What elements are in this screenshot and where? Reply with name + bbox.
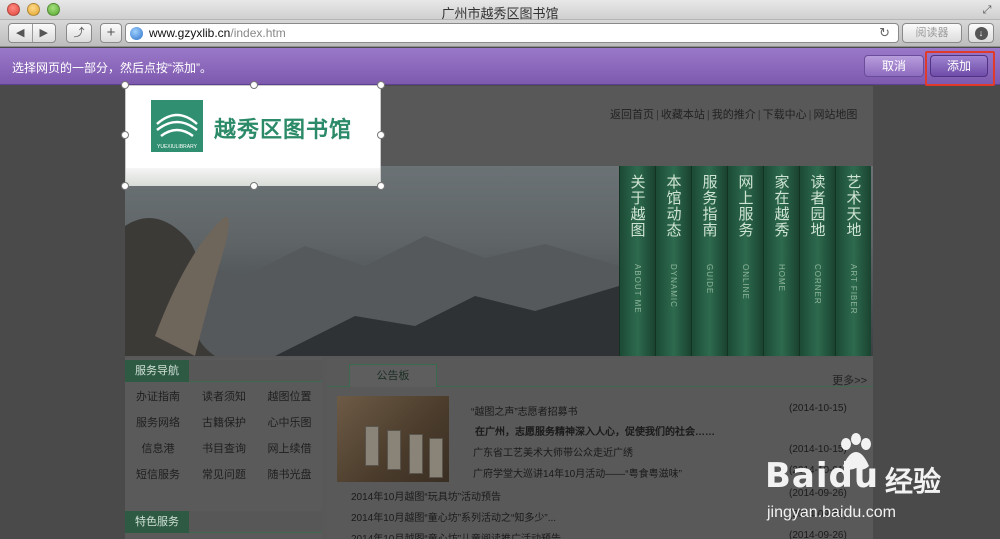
service-nav-item[interactable]: 越图位置	[257, 388, 322, 404]
banner-item-about[interactable]: 关于越图 ABOUT ME	[619, 166, 655, 356]
top-nav: 返回首页 | 收藏本站 | 我的推介 | 下载中心 | 网站地图	[610, 109, 858, 121]
resize-handle[interactable]	[250, 182, 258, 190]
clip-selection[interactable]: YUEXIULIBRARY 越秀区图书馆	[121, 81, 385, 190]
top-nav-home[interactable]: 返回首页	[610, 109, 654, 121]
news-item[interactable]: 2014年10月越图“童心坊”儿童阅读推广活动预告	[351, 530, 561, 539]
news-thumbnail[interactable]	[337, 396, 449, 482]
news-item[interactable]: 广东省工艺美术大师带公众走近广绣	[473, 444, 633, 459]
banner-menu: 关于越图 ABOUT ME 本馆动态 DYNAMIC 服务指南 GUIDE 网上服务 O…	[619, 166, 873, 356]
banner-item-online[interactable]: 网上服务 ONLINE	[727, 166, 763, 356]
downloads-button[interactable]: ↓	[968, 23, 994, 43]
news-item[interactable]: “越图之声”志愿者招募书	[471, 403, 578, 418]
banner-landscape	[125, 216, 619, 356]
url-path: /index.htm	[230, 26, 286, 40]
banner-item-corner[interactable]: 读者园地 CORNER	[799, 166, 835, 356]
annotation-highlight	[925, 51, 995, 86]
back-button[interactable]: ◀	[9, 24, 33, 42]
baidu-jingyan-text: 经验	[885, 465, 942, 498]
nav-buttons: ◀ ▶	[8, 23, 56, 43]
tab-notice[interactable]: 公告板	[349, 364, 437, 387]
reader-button[interactable]: 阅读器	[902, 23, 962, 43]
news-item[interactable]: 2014年10月越图“玩具坊”活动预告	[351, 488, 501, 503]
resize-handle[interactable]	[250, 81, 258, 89]
url-host: www.gzyxlib.cn	[149, 26, 231, 40]
resize-handle[interactable]	[377, 131, 385, 139]
banner: 关于越图 ABOUT ME 本馆动态 DYNAMIC 服务指南 GUIDE 网上服务 O…	[125, 166, 873, 356]
service-nav-item[interactable]: 网上续借	[257, 440, 322, 456]
news-item[interactable]: 2014年10月越图“童心坊”系列活动之“知多少”...	[351, 509, 556, 524]
top-nav-sitemap[interactable]: 网站地图	[813, 109, 857, 121]
globe-icon	[130, 26, 143, 40]
top-nav-download[interactable]: 下载中心	[763, 109, 807, 121]
address-bar[interactable]: www.gzyxlib.cn/index.htm ↻	[125, 23, 899, 43]
service-nav-item[interactable]: 古籍保护	[191, 414, 257, 430]
logo-sub: YUEXIULIBRARY	[157, 144, 197, 150]
window-titlebar: 广州市越秀区图书馆 ⤢	[0, 0, 1000, 21]
service-nav-item[interactable]: 读者须知	[191, 388, 257, 404]
left-column: 服务导航 办证指南 读者须知 越图位置 服务网络 古籍保护 心中乐图 信息港 书…	[125, 358, 322, 539]
service-nav-item[interactable]: 服务网络	[125, 414, 191, 430]
browser-toolbar: ◀ ▶ ⤴ + www.gzyxlib.cn/index.htm ↻ 阅读器 ↓	[0, 20, 1000, 47]
featured-title: 特色服务	[125, 511, 189, 533]
cancel-button[interactable]: 取消	[864, 55, 924, 77]
more-link[interactable]: 更多>>	[832, 372, 867, 388]
download-icon: ↓	[974, 27, 988, 40]
service-nav-title: 服务导航	[125, 360, 189, 382]
resize-handle[interactable]	[121, 81, 129, 89]
forward-button[interactable]: ▶	[33, 24, 56, 42]
resize-handle[interactable]	[121, 182, 129, 190]
reload-icon[interactable]: ↻	[879, 25, 890, 41]
service-nav-grid: 办证指南 读者须知 越图位置 服务网络 古籍保护 心中乐图 信息港 书目查询 网…	[125, 388, 322, 482]
service-nav-item[interactable]: 随书光盘	[257, 466, 322, 482]
news-item[interactable]: 广府学堂大巡讲14年10月活动——“粤食粤滋味”	[473, 465, 682, 480]
banner-item-dynamic[interactable]: 本馆动态 DYNAMIC	[655, 166, 691, 356]
banner-item-guide[interactable]: 服务指南 GUIDE	[691, 166, 727, 356]
service-nav-item[interactable]: 心中乐图	[257, 414, 322, 430]
share-button[interactable]: ⤴	[66, 23, 92, 43]
banner-item-home[interactable]: 家在越秀 HOME	[763, 166, 799, 356]
baidu-logo-text: Baidu	[765, 456, 880, 496]
resize-handle[interactable]	[121, 131, 129, 139]
featured-header: 特色服务	[125, 511, 322, 533]
news-date: (2014-10-15)	[789, 403, 847, 414]
resize-handle[interactable]	[377, 182, 385, 190]
service-nav-item[interactable]: 信息港	[125, 440, 191, 456]
top-nav-recommend[interactable]: 我的推介	[712, 109, 756, 121]
library-logo-text: 越秀区图书馆	[214, 118, 353, 143]
logo-wave-icon	[156, 113, 198, 138]
web-clip-bar: 选择网页的一部分，然后点按“添加”。 取消 添加	[0, 48, 1000, 85]
watermark-url: jingyan.baidu.com	[767, 504, 896, 521]
service-nav-item[interactable]: 办证指南	[125, 388, 191, 404]
fullscreen-icon[interactable]: ⤢	[980, 3, 994, 17]
banner-item-art[interactable]: 艺术天地 ART FIBER	[835, 166, 871, 356]
top-nav-favorite[interactable]: 收藏本站	[661, 109, 705, 121]
resize-handle[interactable]	[377, 81, 385, 89]
clip-instruction: 选择网页的一部分，然后点按“添加”。	[12, 61, 212, 75]
service-nav-item[interactable]: 短信服务	[125, 466, 191, 482]
service-nav-item[interactable]: 常见问题	[191, 466, 257, 482]
service-nav-header: 服务导航	[125, 360, 322, 382]
library-logo-emblem: YUEXIULIBRARY	[151, 100, 203, 152]
add-bookmark-button[interactable]: +	[100, 23, 122, 43]
baidu-watermark: Baidu 经验 jingyan.baidu.com	[755, 428, 1000, 539]
service-nav-item[interactable]: 书目查询	[191, 440, 257, 456]
news-summary: 在广州，志愿服务精神深入人心，促使我们的社会……	[475, 427, 715, 438]
